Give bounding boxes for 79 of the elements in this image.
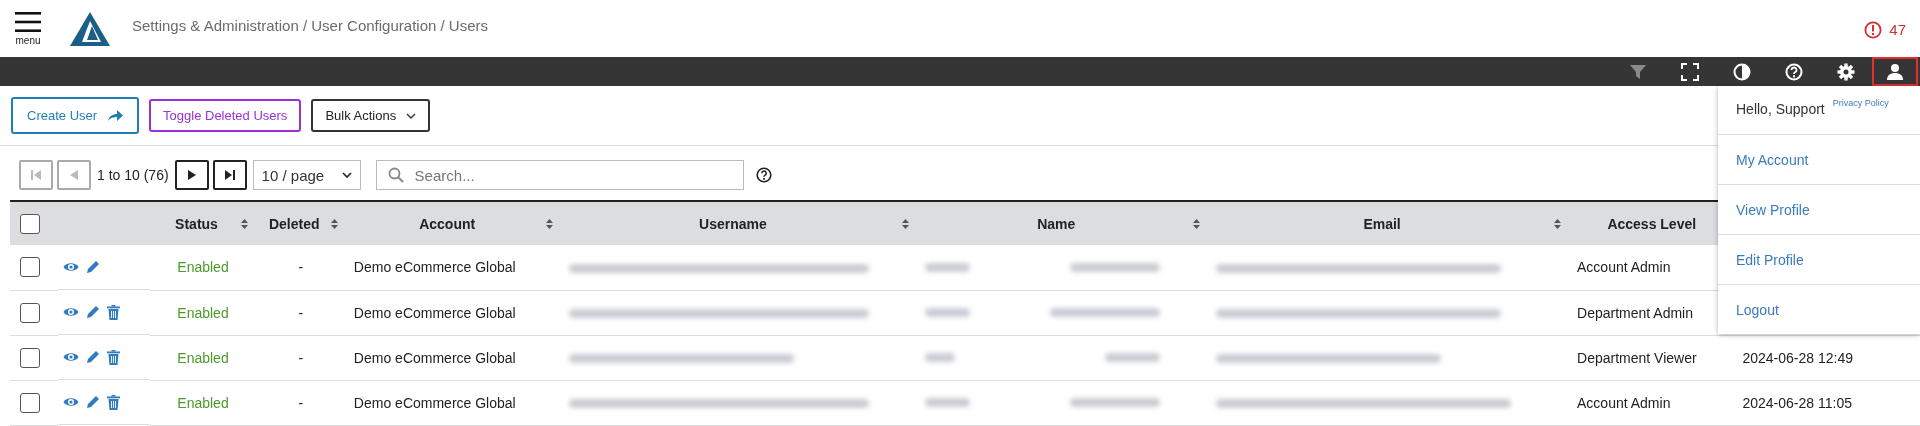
menu-icon	[15, 11, 41, 32]
trash-icon[interactable]	[107, 394, 121, 410]
table-cell: Account Admin	[1577, 394, 1671, 411]
alert-count: 47	[1889, 21, 1906, 38]
blurred-text	[925, 308, 971, 317]
filter-icon	[1629, 62, 1647, 81]
status-text: Enabled	[177, 259, 229, 276]
eye-icon[interactable]	[63, 351, 80, 363]
last-page-icon	[222, 168, 237, 182]
next-page-button[interactable]	[174, 160, 209, 190]
table-cell: -	[298, 349, 304, 366]
eye-icon[interactable]	[63, 396, 80, 408]
alert-icon	[1864, 20, 1883, 39]
menu-item[interactable]: My Account	[1718, 135, 1920, 185]
table-cell: Department Admin	[1577, 304, 1693, 321]
table-cell: Demo eCommerce Global	[353, 349, 516, 366]
bulk-actions-button[interactable]: Bulk Actions	[311, 99, 431, 132]
pencil-icon[interactable]	[86, 305, 101, 319]
trash-icon[interactable]	[107, 349, 121, 365]
contrast-icon	[1733, 62, 1751, 81]
pencil-icon[interactable]	[86, 395, 101, 409]
table-cell: Department Viewer	[1577, 349, 1697, 366]
sort-icon	[1554, 218, 1562, 229]
page-size-select[interactable]: 10 / page	[252, 160, 361, 190]
eye-icon[interactable]	[63, 261, 80, 273]
caret-icon	[341, 172, 352, 178]
page-range: 1 to 10 (76)	[97, 167, 169, 183]
search-icon	[387, 167, 404, 183]
trash-icon[interactable]	[107, 304, 121, 320]
blurred-text	[925, 353, 956, 362]
breadcrumb: Settings & Administration / User Configuration / Users	[132, 17, 488, 34]
menu-button[interactable]: menu	[0, 11, 56, 46]
row-checkbox[interactable]	[20, 257, 40, 278]
table-cell: Demo eCommerce Global	[353, 394, 516, 411]
status-text: Enabled	[177, 394, 229, 411]
logo-icon	[70, 11, 110, 46]
menu-item[interactable]: Logout	[1718, 285, 1920, 334]
pencil-icon[interactable]	[86, 350, 101, 364]
menu-item[interactable]: View Profile	[1718, 185, 1920, 235]
help-icon	[755, 167, 772, 183]
sort-icon	[1193, 218, 1201, 229]
table-cell: 2024-06-28 12:49	[1742, 349, 1853, 366]
sort-icon	[330, 218, 338, 229]
sort-icon	[546, 218, 554, 229]
row-checkbox[interactable]	[20, 302, 40, 323]
sort-icon	[902, 218, 910, 229]
search-field[interactable]: Search...	[375, 160, 744, 190]
table-cell: Demo eCommerce Global	[353, 304, 516, 321]
toolbar-button[interactable]	[1872, 57, 1918, 86]
settings-icon	[1837, 62, 1855, 81]
row-checkbox[interactable]	[20, 392, 40, 413]
greeting-text: Hello, Support	[1736, 101, 1825, 117]
row-checkbox[interactable]	[20, 347, 40, 368]
pencil-icon[interactable]	[86, 260, 101, 274]
sort-icon	[240, 218, 248, 229]
last-page-button[interactable]	[212, 160, 247, 190]
status-text: Enabled	[177, 304, 229, 321]
table-cell: 2024-06-28 11:05	[1742, 394, 1852, 411]
eye-icon[interactable]	[63, 306, 80, 318]
blurred-text	[925, 262, 971, 272]
table-cell: -	[298, 394, 304, 411]
create-user-button[interactable]: Create User	[11, 97, 140, 134]
table-cell: Demo eCommerce Global	[353, 259, 516, 276]
select-all-checkbox[interactable]	[20, 213, 40, 234]
table-cell: -	[298, 304, 304, 321]
privacy-policy-link[interactable]: Privacy Policy	[1832, 98, 1889, 108]
blurred-text	[1105, 353, 1161, 362]
table-cell: Account Admin	[1577, 259, 1671, 276]
table-cell: -	[298, 259, 304, 276]
fullscreen-icon	[1681, 62, 1699, 81]
caret-icon	[406, 112, 417, 119]
first-page-icon	[29, 168, 43, 182]
share-arrow-icon	[107, 109, 124, 122]
menu-item[interactable]: Edit Profile	[1718, 235, 1920, 285]
blurred-text	[925, 398, 971, 407]
toggle-button[interactable]: Toggle Deleted Users	[149, 99, 302, 132]
user-icon	[1886, 62, 1904, 81]
help-icon	[1785, 62, 1803, 81]
status-text: Enabled	[177, 349, 229, 366]
